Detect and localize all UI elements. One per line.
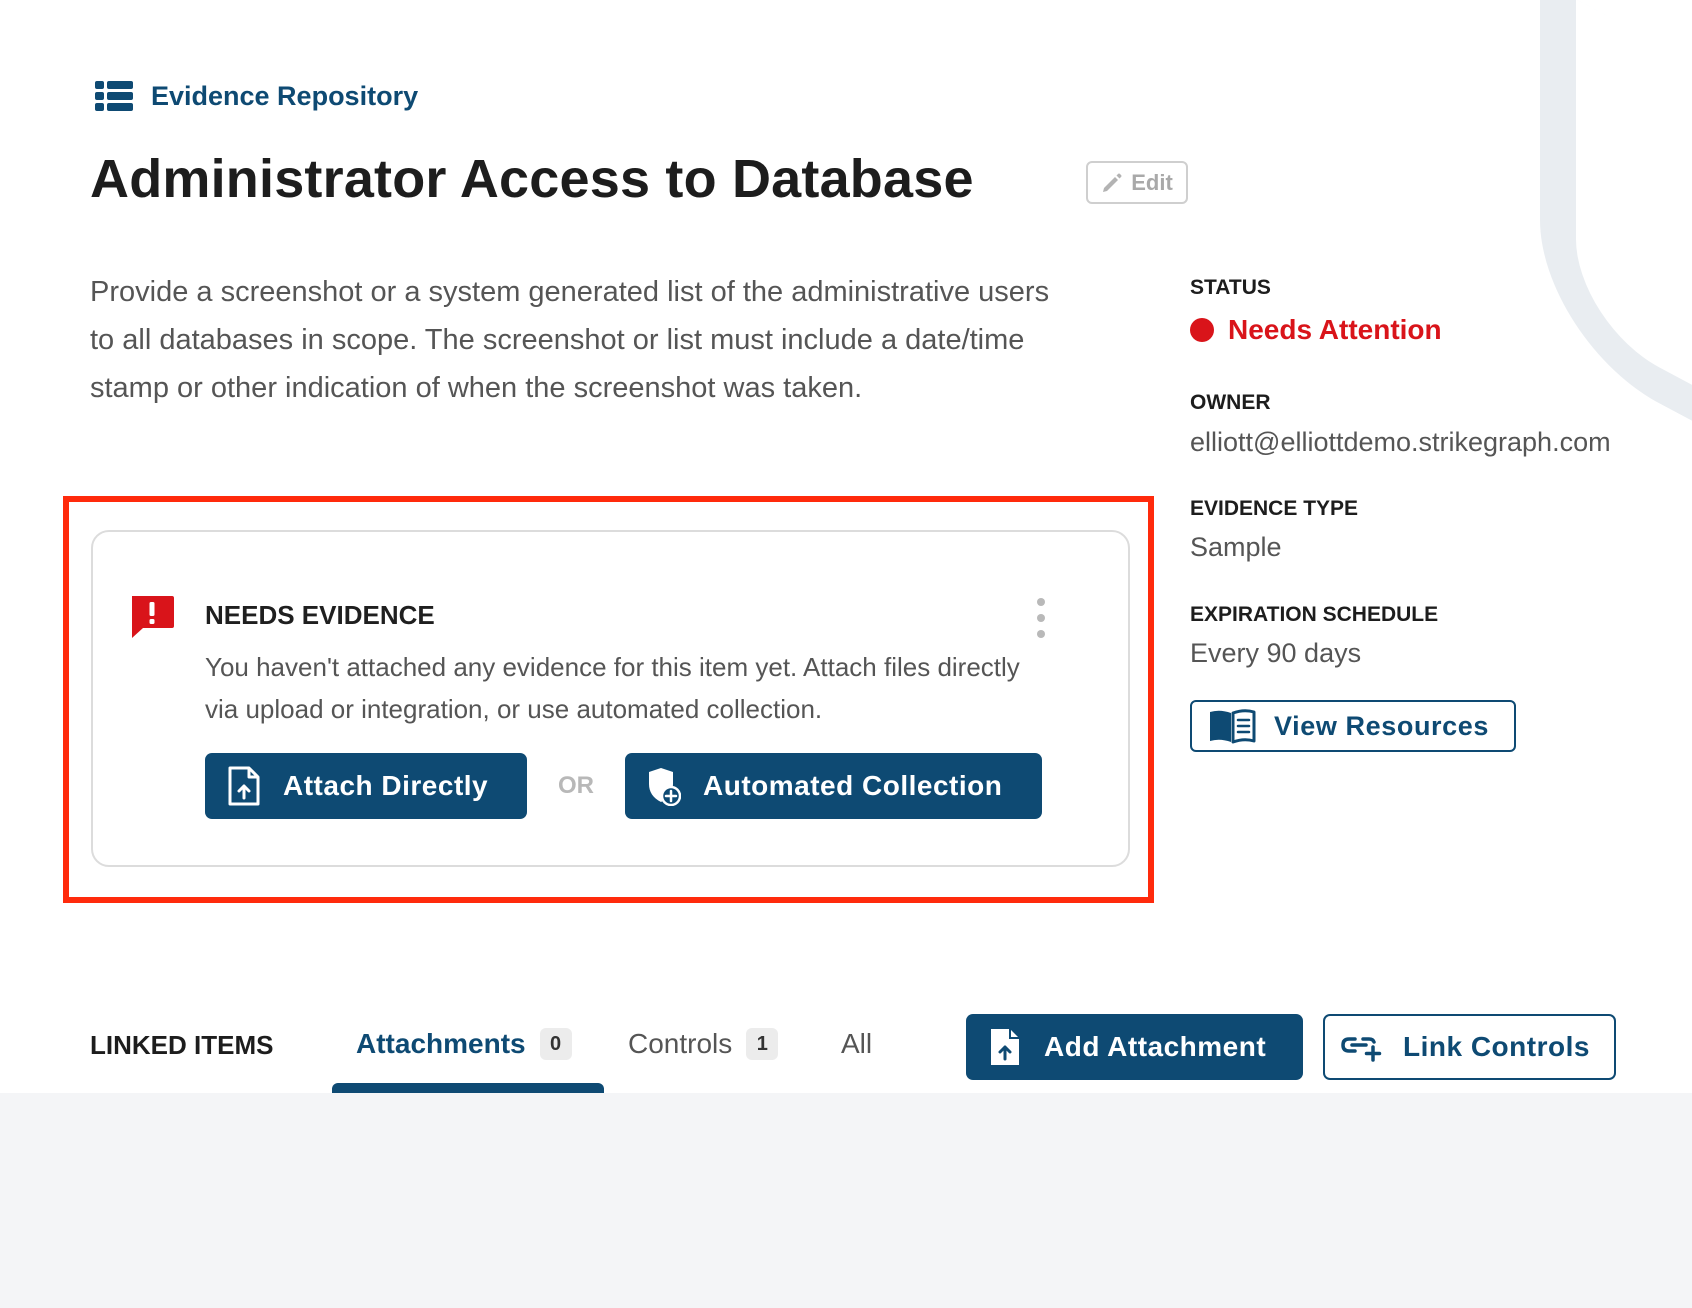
shield-plus-icon	[649, 768, 681, 806]
card-title: NEEDS EVIDENCE	[205, 600, 435, 630]
tab-controls-label: Controls	[628, 1028, 733, 1059]
status-label: STATUS	[1190, 276, 1271, 299]
file-upload-icon	[228, 766, 260, 806]
status-value: Needs Attention	[1190, 314, 1442, 346]
evidence-type-value: Sample	[1190, 532, 1282, 562]
pencil-icon	[1103, 173, 1122, 192]
content-lower-area	[0, 1093, 1692, 1308]
needs-evidence-card: NEEDS EVIDENCE You haven't attached any …	[91, 530, 1130, 867]
tab-attachments-label: Attachments	[356, 1028, 526, 1059]
breadcrumb-label: Evidence Repository	[151, 80, 419, 111]
evidence-type-label: EVIDENCE TYPE	[1190, 497, 1359, 520]
card-message: You haven't attached any evidence for th…	[205, 652, 1020, 724]
tab-attachments-count: 0	[539, 1028, 572, 1060]
owner-value: elliott@elliottdemo.strikegraph.com	[1190, 427, 1611, 457]
add-attachment-label: Add Attachment	[1044, 1031, 1267, 1062]
more-options-icon[interactable]	[1031, 598, 1051, 638]
tab-controls[interactable]: Controls 1	[628, 1028, 779, 1060]
active-tab-indicator	[332, 1083, 604, 1093]
edit-button-label: Edit	[1131, 169, 1173, 195]
edit-button[interactable]: Edit	[1086, 161, 1188, 204]
tab-controls-count: 1	[746, 1028, 779, 1060]
attach-directly-button[interactable]: Attach Directly	[205, 753, 527, 819]
linked-items-label: LINKED ITEMS	[90, 1030, 274, 1060]
expiration-schedule-value: Every 90 days	[1190, 638, 1362, 668]
or-separator: OR	[558, 772, 594, 799]
evidence-description: Provide a screenshot or a system generat…	[90, 276, 1050, 404]
status-dot-icon	[1190, 318, 1214, 342]
link-controls-label: Link Controls	[1403, 1031, 1590, 1062]
breadcrumb[interactable]: Evidence Repository	[95, 78, 418, 114]
book-icon	[1210, 709, 1256, 744]
link-controls-button[interactable]: Link Controls	[1323, 1014, 1616, 1080]
list-icon	[95, 81, 133, 111]
page-title: Administrator Access to Database	[90, 149, 974, 209]
view-resources-button[interactable]: View Resources	[1190, 700, 1516, 752]
tab-all-label: All	[841, 1028, 873, 1059]
background-decoration	[1540, 0, 1692, 447]
alert-message-icon	[132, 596, 174, 638]
view-resources-label: View Resources	[1274, 710, 1490, 741]
file-upload-icon	[991, 1029, 1019, 1065]
tab-all[interactable]: All	[841, 1028, 872, 1060]
status-text: Needs Attention	[1228, 314, 1442, 345]
expiration-schedule-label: EXPIRATION SCHEDULE	[1190, 603, 1439, 626]
automated-collection-button[interactable]: Automated Collection	[625, 753, 1042, 819]
attach-directly-label: Attach Directly	[283, 770, 489, 801]
automated-collection-label: Automated Collection	[703, 770, 1003, 801]
owner-label: OWNER	[1190, 391, 1271, 414]
add-attachment-button[interactable]: Add Attachment	[966, 1014, 1303, 1080]
link-plus-icon	[1341, 1037, 1382, 1062]
tab-attachments[interactable]: Attachments 0	[356, 1028, 572, 1060]
